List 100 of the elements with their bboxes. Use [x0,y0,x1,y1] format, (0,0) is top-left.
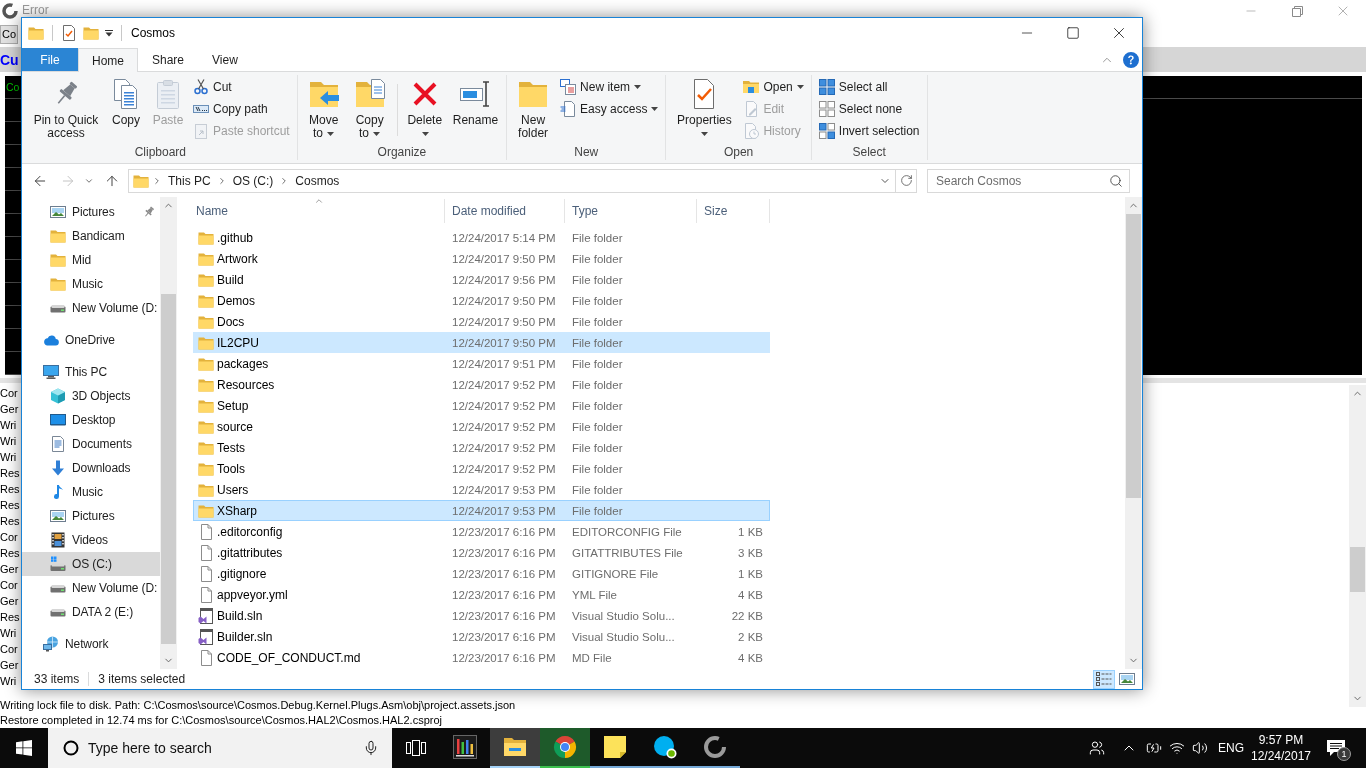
breadcrumb[interactable]: This PC [165,170,214,191]
ribbon-button[interactable]: Move to [301,76,346,141]
file-row[interactable]: Builder.sln 12/23/2017 6:16 PM Visual Studio Solu... 2 KB [193,626,770,647]
file-row[interactable]: appveyor.yml 12/23/2017 6:16 PM YML File 4 KB [193,584,770,605]
file-row[interactable]: .gitignore 12/23/2017 6:16 PM GITIGNORE File 1 KB [193,563,770,584]
nav-item[interactable]: DATA 2 (E:) [22,600,160,624]
log-line: Wri [0,450,17,465]
toolbar-button[interactable]: Co [0,25,19,44]
file-row[interactable]: Users 12/24/2017 9:53 PM File folder [193,479,770,500]
nav-item[interactable]: Music [22,272,160,296]
nav-item[interactable]: Mid [22,248,160,272]
ribbon-button[interactable]: Select all [815,76,891,98]
nav-item[interactable]: Pictures [22,504,160,528]
refresh-icon[interactable] [899,174,913,187]
nav-item[interactable]: This PC [22,360,160,384]
file-row[interactable]: IL2CPU 12/24/2017 9:50 PM File folder [193,332,770,353]
scrollbar-thumb[interactable] [1350,547,1365,592]
speaker-icon[interactable] [1192,740,1208,756]
file-row[interactable]: .editorconfig 12/23/2017 6:16 PM EDITORCONFIG File 1 KB [193,521,770,542]
column-header[interactable]: Date modified [445,199,565,223]
nav-item[interactable]: Videos [22,528,160,552]
task-view-icon[interactable] [406,740,426,756]
nav-item[interactable]: Music [22,480,160,504]
page-check-icon[interactable] [61,25,77,41]
folder-icon[interactable] [28,25,44,41]
scrollbar[interactable] [1125,197,1142,669]
file-row[interactable]: source 12/24/2017 9:52 PM File folder [193,416,770,437]
column-header[interactable]: Name [193,199,445,223]
empty-grid-icon [818,101,835,117]
ribbon-button[interactable]: Copy path [190,98,271,120]
file-row[interactable]: packages 12/24/2017 9:51 PM File folder [193,353,770,374]
nav-item[interactable]: New Volume (D: [22,576,160,600]
clock-time[interactable]: 9:57 PM [1258,732,1304,748]
scrollbar-thumb[interactable] [1126,214,1141,498]
file-name: Setup [217,398,249,413]
file-row[interactable]: Artwork 12/24/2017 9:50 PM File folder [193,248,770,269]
scrollbar[interactable] [1349,385,1366,707]
ribbon-button[interactable]: New item [557,76,645,98]
ribbon-button[interactable]: Delete [402,76,447,141]
start-icon[interactable] [16,740,32,756]
file-row[interactable]: Docs 12/24/2017 9:50 PM File folder [193,311,770,332]
nav-item[interactable]: OS (C:) [22,552,160,576]
restore-icon[interactable] [1291,5,1303,17]
nav-item[interactable]: 3D Objects [22,384,160,408]
battery-icon[interactable] [1146,740,1162,756]
ribbon-button[interactable]: Copy [106,76,146,128]
breadcrumb[interactable]: Cosmos [292,170,343,191]
ribbon-button[interactable]: Rename [448,76,503,128]
nav-item[interactable]: Documents [22,432,160,456]
ribbon-tab[interactable]: Share [138,48,199,71]
file-row[interactable]: XSharp 12/24/2017 9:53 PM File folder [193,500,770,521]
scrollbar-thumb[interactable] [161,294,176,644]
file-row[interactable]: Setup 12/24/2017 9:52 PM File folder [193,395,770,416]
file-row[interactable]: Demos 12/24/2017 9:50 PM File folder [193,290,770,311]
file-row[interactable]: .gitattributes 12/23/2017 6:16 PM GITATTRIBUTES File 3 KB [193,542,770,563]
file-row[interactable]: Tests 12/24/2017 9:52 PM File folder [193,437,770,458]
people-icon[interactable] [1089,740,1105,756]
nav-item[interactable]: Bandicam [22,224,160,248]
nav-item[interactable]: Desktop [22,408,160,432]
column-header[interactable]: Size [697,199,770,223]
ribbon-button[interactable]: New folder [511,76,556,141]
help-icon[interactable] [1123,51,1139,68]
maximize-icon[interactable] [1066,26,1080,40]
search-field[interactable]: Search Cosmos [927,168,1130,193]
ribbon-button[interactable]: Pin to Quick access [28,76,104,141]
column-header[interactable]: Type [565,199,697,223]
view-toggle[interactable] [1093,669,1115,689]
ribbon-tab[interactable]: File [22,48,78,71]
nav-item[interactable]: OneDrive [22,328,160,352]
scrollbar[interactable] [160,197,177,669]
ribbon-tab[interactable]: View [198,48,252,71]
nav-item[interactable]: Network [22,632,160,656]
wifi-icon[interactable] [1169,740,1185,756]
taskbar-button[interactable] [490,728,540,768]
file-row[interactable]: Build 12/24/2017 9:56 PM File folder [193,269,770,290]
ribbon-button[interactable]: Properties [670,76,739,141]
nav-item[interactable]: New Volume (D: [22,296,160,320]
breadcrumb[interactable]: OS (C:) [229,170,277,191]
ribbon-button[interactable]: Invert selection [815,120,923,142]
clock-date[interactable]: 12/24/2017 [1250,748,1312,764]
folder-icon[interactable] [83,25,99,41]
ribbon-button[interactable]: Open [740,76,807,98]
microphone-icon[interactable] [363,740,379,756]
file-row[interactable]: CODE_OF_CONDUCT.md 12/23/2017 6:16 PM MD File 4 KB [193,647,770,668]
nav-item[interactable]: Pictures [22,200,160,224]
address-bar[interactable]: This PC OS (C:) Cosmos [128,168,917,193]
file-row[interactable]: Tools 12/24/2017 9:52 PM File folder [193,458,770,479]
ribbon-button[interactable]: Easy access [557,98,662,120]
file-row[interactable]: Build.sln 12/23/2017 6:16 PM Visual Studio Solu... 22 KB [193,605,770,626]
file-row[interactable]: Resources 12/24/2017 9:52 PM File folder [193,374,770,395]
nav-item[interactable]: Downloads [22,456,160,480]
modified-date: 12/23/2017 6:16 PM [452,567,556,580]
caret-icon[interactable] [105,29,113,37]
language-indicator[interactable]: ENG [1218,741,1244,755]
ribbon-button[interactable]: Select none [815,98,906,120]
search-field[interactable]: Type here to search [48,728,392,768]
ribbon-button[interactable]: Copy to [347,76,392,141]
ribbon-button[interactable]: Cut [190,76,235,98]
ribbon-tab[interactable]: Home [78,48,138,72]
file-row[interactable]: .github 12/24/2017 5:14 PM File folder [193,227,770,248]
